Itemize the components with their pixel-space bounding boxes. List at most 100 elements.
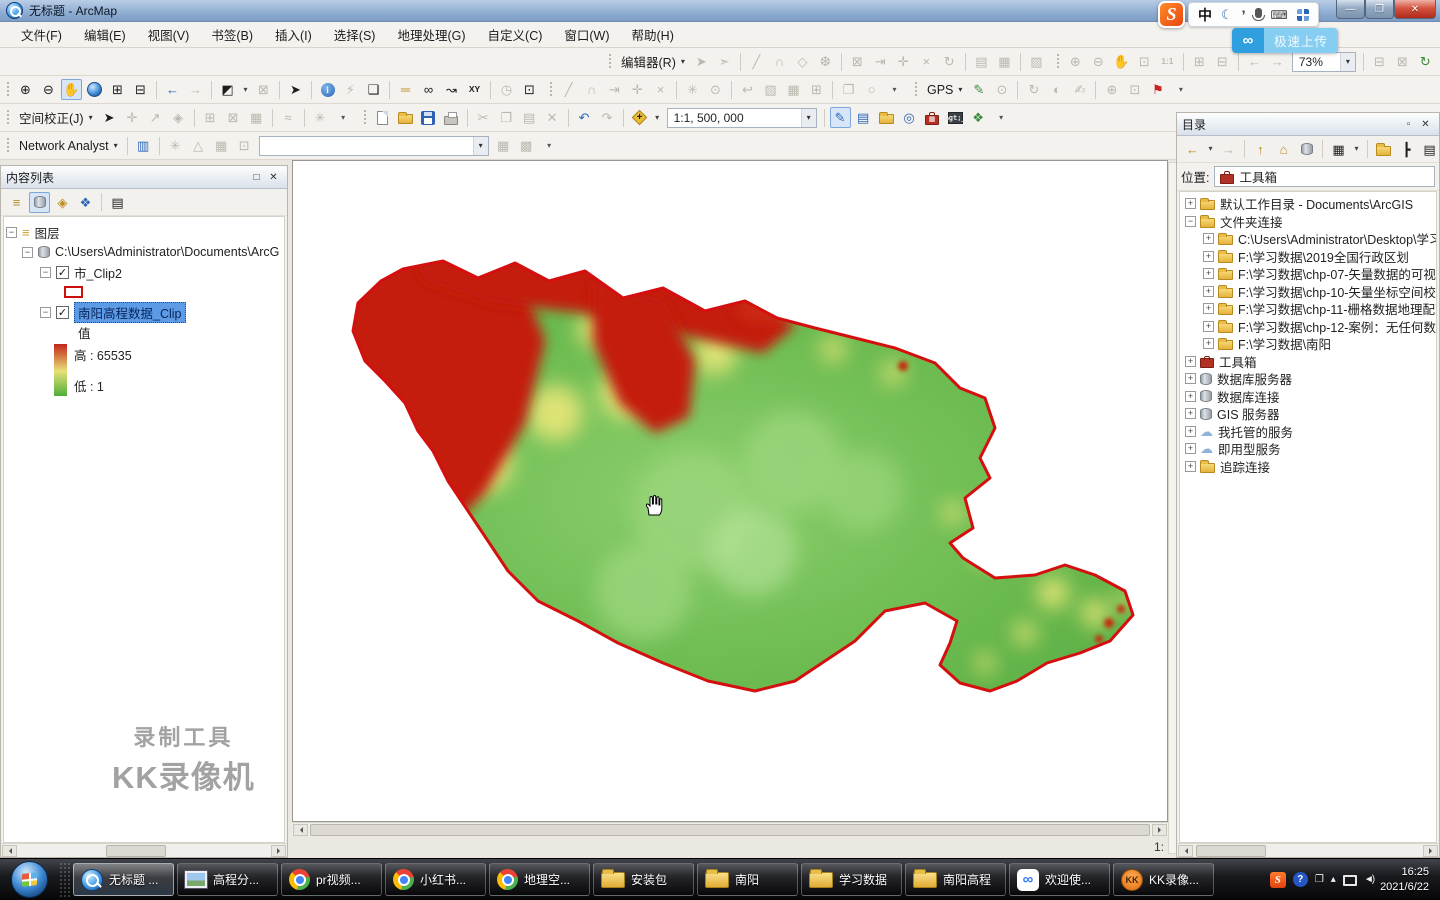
time-slider-button[interactable]: ◷: [496, 79, 517, 100]
catalog-item-2019-admin[interactable]: + F:\学习数据\2019全国行政区划: [1180, 248, 1436, 266]
network-matrix[interactable]: ▦: [211, 135, 232, 156]
move-tool[interactable]: ✛: [893, 51, 914, 72]
volume-icon[interactable]: ◄): [1364, 874, 1375, 885]
new-document-button[interactable]: [372, 107, 393, 128]
minimize-button[interactable]: —: [1336, 0, 1365, 19]
edit-tool[interactable]: ➤: [691, 51, 712, 72]
contents-view[interactable]: ▦: [1328, 139, 1349, 160]
toolbar-overflow[interactable]: ▾: [333, 107, 354, 128]
fixed-zoom-in[interactable]: ⊞: [107, 79, 128, 100]
offset-tool[interactable]: ↩: [737, 79, 758, 100]
fixed-zoom-out[interactable]: ⊟: [130, 79, 151, 100]
map-horizontal-scrollbar[interactable]: [292, 822, 1168, 836]
attributes-button[interactable]: ▤: [971, 51, 992, 72]
edit-annotation-tool[interactable]: ➣: [714, 51, 735, 72]
adjustment-preview[interactable]: ✳: [310, 107, 331, 128]
expand-icon[interactable]: −: [1185, 215, 1196, 227]
network-analyst-window[interactable]: ▥: [133, 135, 154, 156]
taskbar-photo-viewer[interactable]: 高程分...: [177, 863, 278, 896]
tangent-tool[interactable]: ×: [650, 79, 671, 100]
chevron-down-icon[interactable]: ▾: [800, 108, 816, 127]
scrollbar-thumb[interactable]: [106, 844, 166, 857]
clear-selection-button[interactable]: ⊠: [253, 79, 274, 100]
catalog-item-database-connections[interactable]: + 数据库连接: [1180, 388, 1436, 406]
arctoolbox-button[interactable]: ▦: [922, 107, 943, 128]
toc-item-layers[interactable]: − ≡ 图层: [6, 222, 282, 242]
menu-item[interactable]: 窗口(W): [553, 21, 620, 48]
collapse-icon[interactable]: −: [40, 266, 51, 278]
catalog-item-gis-servers[interactable]: + GIS 服务器: [1180, 405, 1436, 423]
split-tool[interactable]: ×: [916, 51, 937, 72]
toolbar-grip[interactable]: [608, 53, 612, 70]
expand-icon[interactable]: +: [1185, 373, 1196, 385]
close-icon[interactable]: ✕: [265, 170, 282, 185]
toolbar-grip[interactable]: [6, 109, 10, 126]
ime-toolbox-icon[interactable]: [1296, 8, 1309, 21]
expand-icon[interactable]: +: [1203, 338, 1214, 350]
toolbar-overflow[interactable]: ▾: [539, 135, 560, 156]
expand-icon[interactable]: +: [1203, 250, 1214, 262]
catalog-item-tracking-connections[interactable]: + 追踪连接: [1180, 458, 1436, 476]
netdisk-upload-button[interactable]: ∞ 极速上传: [1232, 28, 1338, 53]
multiple-links[interactable]: ◈: [168, 107, 189, 128]
layout-zoom-whole-page[interactable]: ⊡: [1134, 51, 1155, 72]
cut-button[interactable]: ✂: [473, 107, 494, 128]
catalog-back-dropdown[interactable]: ▾: [1205, 139, 1216, 160]
buffer-tool[interactable]: ○: [861, 79, 882, 100]
ime-language-mode[interactable]: 中: [1198, 5, 1212, 25]
list-by-visibility[interactable]: ◈: [52, 192, 73, 213]
catalog-item-chp10[interactable]: + F:\学习数据\chp-10-矢量坐标空间校正: [1180, 283, 1436, 301]
spatial-adjustment-menu-button[interactable]: 空间校正(J) ▾: [14, 106, 98, 129]
grid-tool[interactable]: ⊞: [806, 79, 827, 100]
collapse-icon[interactable]: −: [6, 226, 17, 238]
undo-button[interactable]: ↶: [574, 107, 595, 128]
keyboard-icon[interactable]: ⌨: [1271, 8, 1288, 22]
expand-icon[interactable]: +: [1185, 355, 1196, 367]
menu-item[interactable]: 编辑(E): [73, 21, 137, 48]
zoom-out-tool[interactable]: ⊖: [38, 79, 59, 100]
python-window-button[interactable]: &gt;_: [945, 107, 966, 128]
expand-icon[interactable]: +: [1203, 268, 1214, 280]
expand-icon[interactable]: +: [1203, 233, 1214, 245]
close-button[interactable]: ✕: [1394, 0, 1436, 19]
expand-icon[interactable]: +: [1185, 443, 1196, 455]
go-to-xy-button[interactable]: XY: [464, 79, 485, 100]
curve-tool[interactable]: ∩: [581, 79, 602, 100]
catalog-item-my-hosted-services[interactable]: + ☁ 我托管的服务: [1180, 423, 1436, 441]
taskbar-folder-install[interactable]: 安装包: [593, 863, 694, 896]
network-dataset-combo[interactable]: ▾: [258, 135, 489, 156]
expand-icon[interactable]: +: [1185, 460, 1196, 472]
microphone-icon[interactable]: [1252, 8, 1266, 21]
add-data-button[interactable]: [629, 107, 650, 128]
find-route-button[interactable]: ↝: [441, 79, 462, 100]
arc-segment-tool[interactable]: ∩: [769, 51, 790, 72]
layout-zoom-in[interactable]: ⊕: [1065, 51, 1086, 72]
new-displacement-link[interactable]: ✛: [122, 107, 143, 128]
toolbar-overflow[interactable]: ▾: [1170, 79, 1191, 100]
zoom-in-tool[interactable]: ⊕: [15, 79, 36, 100]
chevron-down-icon[interactable]: ▾: [472, 136, 488, 155]
grid-links[interactable]: ⊞: [200, 107, 221, 128]
expand-icon[interactable]: +: [1203, 285, 1214, 297]
home-folder[interactable]: ⌂: [1273, 139, 1294, 160]
snap-tool[interactable]: ✳: [682, 79, 703, 100]
trace-tool[interactable]: ❆: [815, 51, 836, 72]
catalog-item-default-workspace[interactable]: + 默认工作目录 - Documents\ArcGIS: [1180, 195, 1436, 213]
go-back-extent[interactable]: ←: [162, 79, 183, 100]
edit-vertices-tool[interactable]: ⊠: [847, 51, 868, 72]
catalog-item-chp12[interactable]: + F:\学习数据\chp-12-案例：无任何数据: [1180, 318, 1436, 336]
go-forward-extent[interactable]: →: [185, 79, 206, 100]
collapse-icon[interactable]: −: [40, 306, 51, 318]
hyperlink-tool[interactable]: ⚡: [340, 79, 361, 100]
scrollbar-thumb[interactable]: [1196, 844, 1266, 857]
editor-toolbar-toggle[interactable]: ✎: [829, 107, 851, 128]
straight-segment-tool[interactable]: ╱: [746, 51, 767, 72]
focus-data-frame[interactable]: ⊠: [1392, 51, 1413, 72]
copy-parallel-tool[interactable]: ▨: [760, 79, 781, 100]
taskbar-folder-nanyang-dem[interactable]: 南阳高程: [905, 863, 1006, 896]
selected-layer-name[interactable]: 南阳高程数据_Clip: [74, 301, 186, 323]
gps-connect[interactable]: ✎: [968, 79, 989, 100]
copy-button[interactable]: ❐: [496, 107, 517, 128]
create-features-button[interactable]: ▧: [1026, 51, 1047, 72]
save-document-button[interactable]: [418, 107, 439, 128]
